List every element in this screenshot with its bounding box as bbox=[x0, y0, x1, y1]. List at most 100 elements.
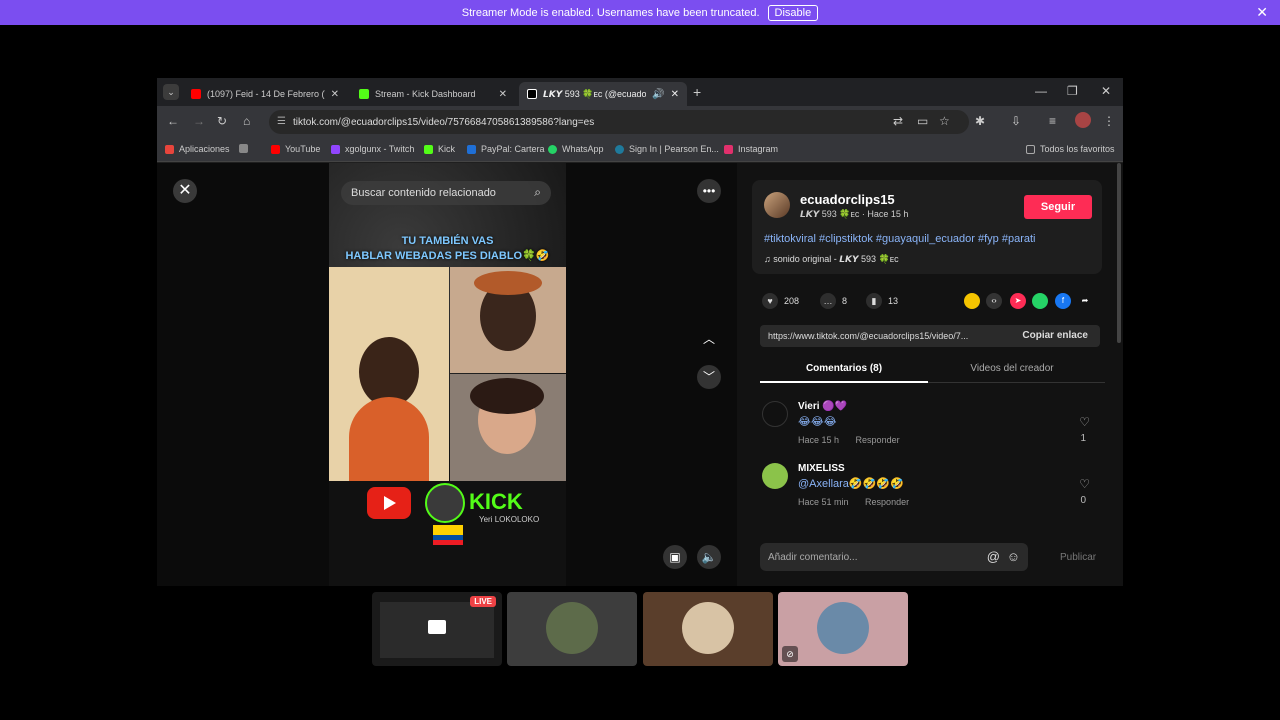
forward-icon[interactable]: → bbox=[193, 114, 205, 128]
comment-button[interactable]: … 8 bbox=[820, 293, 847, 309]
tab-comments[interactable]: Comentarios (8) bbox=[760, 363, 928, 374]
coin-icon[interactable] bbox=[964, 293, 980, 309]
reply-button[interactable]: Responder bbox=[865, 497, 909, 507]
participant-tile[interactable]: ⊘ bbox=[778, 592, 908, 666]
bookmark-kick[interactable]: Kick bbox=[424, 144, 455, 154]
picture-in-picture-icon[interactable]: ▣ bbox=[663, 545, 687, 569]
more-options-icon[interactable]: ••• bbox=[697, 179, 721, 203]
reading-list-icon[interactable]: ≡ bbox=[1049, 114, 1056, 128]
close-video-button[interactable]: ✕ bbox=[173, 179, 197, 203]
post-sound[interactable]: ♫ sonido original - 𝙇𝙆𝙔 593 🍀ᴇᴄ bbox=[764, 254, 899, 265]
participant-tile[interactable] bbox=[643, 592, 773, 666]
close-window-icon[interactable]: ✕ bbox=[1101, 84, 1111, 98]
comment-item: MIXELISS @Axellara🤣🤣🤣🤣 Hace 51 min Respo… bbox=[762, 463, 1102, 517]
whatsapp-icon[interactable] bbox=[1032, 293, 1048, 309]
cast-icon[interactable]: ▭ bbox=[917, 114, 928, 128]
tab-title: Stream - Kick Dashboard bbox=[375, 89, 476, 99]
author-username[interactable]: ecuadorclips15 bbox=[800, 192, 895, 207]
search-icon[interactable]: ⌕ bbox=[534, 185, 541, 200]
reply-button[interactable]: Responder bbox=[856, 435, 900, 445]
commenter-avatar[interactable] bbox=[762, 401, 788, 427]
bookmark-apps[interactable]: Aplicaciones bbox=[165, 144, 230, 154]
tab-tiktok[interactable]: 𝙇𝙆𝙔 593 🍀ᴇᴄ (@ecuadorcl 🔊 ✕ bbox=[519, 82, 687, 106]
commenter-avatar[interactable] bbox=[762, 463, 788, 489]
emoji-icon[interactable]: ☺ bbox=[1007, 549, 1020, 564]
all-bookmarks[interactable]: Todos los favoritos bbox=[1026, 144, 1115, 154]
close-tab-icon[interactable]: ✕ bbox=[671, 89, 679, 100]
save-button[interactable]: ▮ 13 bbox=[866, 293, 898, 309]
comment-heart-icon[interactable]: ♡ bbox=[1079, 415, 1090, 429]
person-hair bbox=[470, 378, 544, 414]
extensions-icon[interactable]: ✱ bbox=[975, 114, 985, 128]
bookmark-instagram[interactable]: Instagram bbox=[724, 144, 778, 154]
stream-preview-tile[interactable]: LIVE bbox=[372, 592, 502, 666]
participant-avatar bbox=[546, 602, 598, 654]
mention-icon[interactable]: @ bbox=[987, 549, 1000, 564]
bookmark-grid[interactable] bbox=[239, 144, 253, 153]
downloads-icon[interactable]: ⇩ bbox=[1011, 114, 1021, 128]
speaker-icon[interactable]: 🔊 bbox=[652, 89, 664, 100]
video-player[interactable]: Buscar contenido relacionado ⌕ TU TAMBIÉ… bbox=[329, 163, 566, 586]
bookmark-pearson[interactable]: Sign In | Pearson En... bbox=[615, 144, 719, 154]
video-panel-bottom-right bbox=[450, 374, 566, 481]
restore-icon[interactable]: ❐ bbox=[1067, 84, 1078, 98]
chevron-up-icon[interactable]: ︿ bbox=[697, 327, 721, 351]
bookmark-star-icon[interactable]: ☆ bbox=[939, 114, 950, 128]
comment-meta: Hace 51 min Responder bbox=[798, 497, 923, 507]
video-caption-line1: TU TAMBIÉN VAS bbox=[401, 235, 494, 247]
commenter-name[interactable]: MIXELISS bbox=[798, 463, 845, 474]
streamer-avatar bbox=[425, 483, 465, 523]
bookmarks-bar: Aplicaciones YouTube xgolgunx - Twitch K… bbox=[157, 138, 1123, 162]
site-info-icon[interactable]: ☰ bbox=[277, 116, 286, 127]
commenter-name[interactable]: Vieri 🟣💜 bbox=[798, 401, 847, 412]
folder-icon bbox=[1026, 144, 1035, 154]
tab-creator-videos[interactable]: Videos del creador bbox=[928, 363, 1096, 374]
comment-time: Hace 51 min bbox=[798, 497, 849, 507]
translate-icon[interactable]: ⇄ bbox=[893, 114, 903, 128]
facebook-icon[interactable]: f bbox=[1055, 293, 1071, 309]
reload-icon[interactable]: ↻ bbox=[217, 114, 227, 128]
tab-youtube[interactable]: (1097) Feid - 14 De Febrero (Vi ✕ bbox=[183, 82, 347, 106]
profile-avatar[interactable] bbox=[1075, 112, 1091, 128]
like-button[interactable]: ♥ 208 bbox=[762, 293, 799, 309]
minimize-icon[interactable]: — bbox=[1035, 84, 1047, 98]
video-panel-top-right bbox=[450, 267, 566, 373]
send-icon[interactable]: ➤ bbox=[1010, 293, 1026, 309]
follow-button[interactable]: Seguir bbox=[1024, 195, 1092, 219]
kick-sub-text: Yeri LOKOLOKO bbox=[479, 515, 540, 524]
post-hashtags[interactable]: #tiktokviral #clipstiktok #guayaquil_ecu… bbox=[764, 233, 1036, 245]
bookmark-paypal[interactable]: PayPal: Cartera bbox=[467, 144, 545, 154]
volume-icon[interactable]: 🔈 bbox=[697, 545, 721, 569]
author-avatar[interactable] bbox=[764, 192, 790, 218]
disable-streamer-mode-button[interactable]: Disable bbox=[767, 4, 819, 21]
address-bar[interactable]: ☰ tiktok.com/@ecuadorclips15/video/75766… bbox=[269, 110, 969, 134]
tab-kick[interactable]: Stream - Kick Dashboard ✕ bbox=[351, 82, 515, 106]
chevron-down-icon[interactable]: ﹀ bbox=[697, 365, 721, 389]
home-icon[interactable]: ⌂ bbox=[243, 114, 250, 128]
bookmark-label: PayPal: Cartera bbox=[481, 144, 545, 154]
share-icon[interactable]: ➦ bbox=[1077, 293, 1093, 309]
embed-icon[interactable]: ‹› bbox=[986, 293, 1002, 309]
close-tab-icon[interactable]: ✕ bbox=[499, 89, 507, 100]
related-search-input[interactable]: Buscar contenido relacionado ⌕ bbox=[341, 181, 551, 205]
scrollbar[interactable] bbox=[1117, 163, 1121, 343]
bookmark-whatsapp[interactable]: WhatsApp bbox=[548, 144, 604, 154]
back-icon[interactable]: ← bbox=[167, 114, 179, 128]
close-icon[interactable]: ✕ bbox=[1256, 4, 1268, 21]
participant-tile[interactable] bbox=[507, 592, 637, 666]
bookmark-youtube[interactable]: YouTube bbox=[271, 144, 320, 154]
add-comment-input[interactable]: Añadir comentario... @ ☺ bbox=[760, 543, 1028, 571]
tab-title: (1097) Feid - 14 De Febrero (Vi bbox=[207, 89, 325, 99]
new-tab-icon[interactable]: + bbox=[693, 84, 701, 100]
heart-icon: ♥ bbox=[762, 293, 778, 309]
video-pane: ✕ Buscar contenido relacionado ⌕ TU TAMB… bbox=[157, 163, 737, 586]
tab-search-icon[interactable]: ⌄ bbox=[163, 84, 179, 100]
comment-like-count: 1 bbox=[1080, 433, 1086, 444]
publish-button[interactable]: Publicar bbox=[1060, 552, 1096, 563]
copy-link-button[interactable]: Copiar enlace bbox=[1022, 330, 1088, 341]
close-tab-icon[interactable]: ✕ bbox=[331, 89, 339, 100]
menu-icon[interactable]: ⋮ bbox=[1103, 114, 1115, 128]
comment-heart-icon[interactable]: ♡ bbox=[1079, 477, 1090, 491]
bookmark-twitch[interactable]: xgolgunx - Twitch bbox=[331, 144, 414, 154]
url-text: tiktok.com/@ecuadorclips15/video/7576684… bbox=[293, 116, 595, 128]
